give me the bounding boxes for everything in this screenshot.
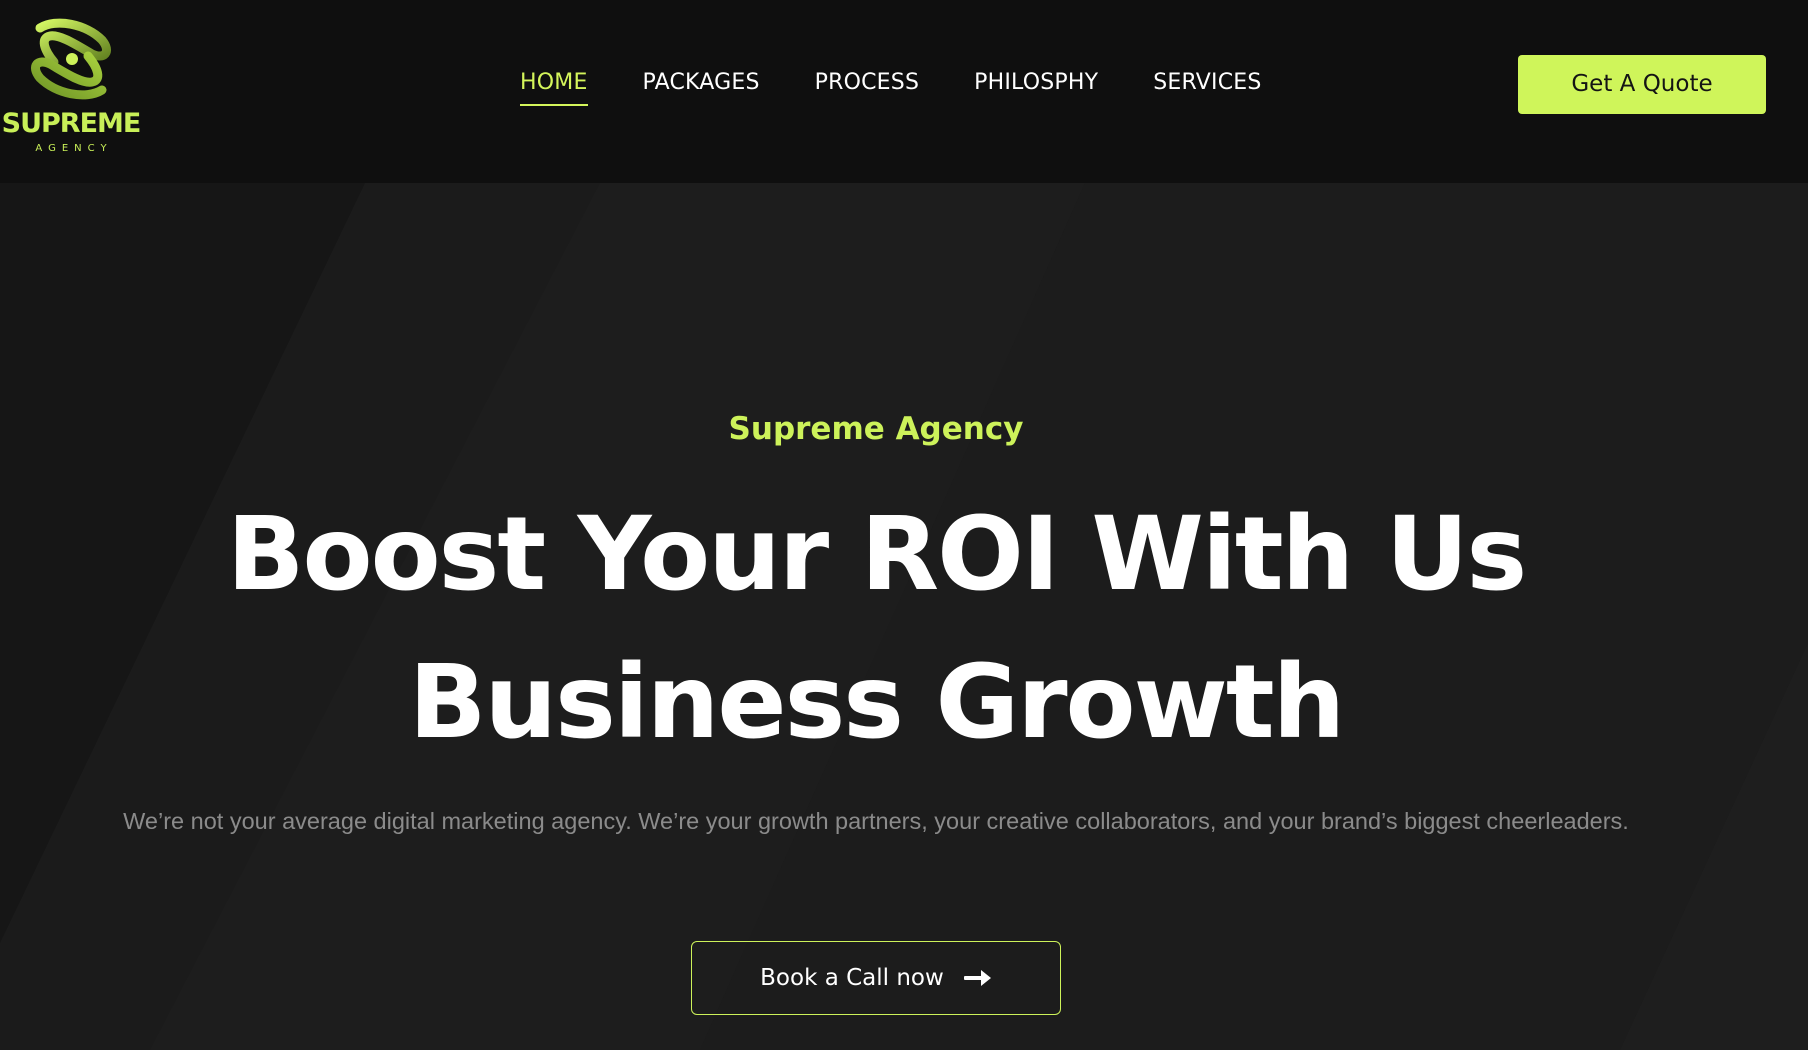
hero-description: We’re not your average digital marketing… — [123, 808, 1629, 834]
brand-logo[interactable]: SUPREME AGENCY — [0, 10, 142, 154]
site-header: SUPREME AGENCY HOME PACKAGES PROCESS PHI… — [0, 0, 1808, 183]
headline-line-2: Business Growth — [408, 643, 1345, 762]
nav-item-philosphy[interactable]: PHILOSPHY — [974, 63, 1098, 106]
main-nav: HOME PACKAGES PROCESS PHILOSPHY SERVICES — [520, 63, 1262, 109]
headline-line-1: Boost Your ROI With Us — [226, 495, 1528, 614]
book-a-call-button[interactable]: Book a Call now — [691, 941, 1061, 1015]
nav-item-packages[interactable]: PACKAGES — [643, 63, 760, 106]
nav-item-process[interactable]: PROCESS — [815, 63, 919, 106]
logo-tagline: AGENCY — [35, 143, 113, 154]
book-a-call-label: Book a Call now — [760, 965, 944, 991]
nav-item-home[interactable]: HOME — [520, 63, 588, 106]
get-a-quote-button[interactable]: Get A Quote — [1518, 55, 1766, 114]
hero-headline: Boost Your ROI With Us Business Growth — [0, 481, 1752, 777]
hero-section: Supreme Agency Boost Your ROI With Us Bu… — [0, 183, 1808, 1050]
hero-eyebrow: Supreme Agency — [728, 411, 1024, 447]
logo-wordmark: SUPREME — [1, 108, 142, 139]
orbit-knot-logo-icon — [31, 18, 111, 100]
arrow-right-icon — [963, 970, 991, 986]
nav-item-services[interactable]: SERVICES — [1153, 63, 1261, 106]
